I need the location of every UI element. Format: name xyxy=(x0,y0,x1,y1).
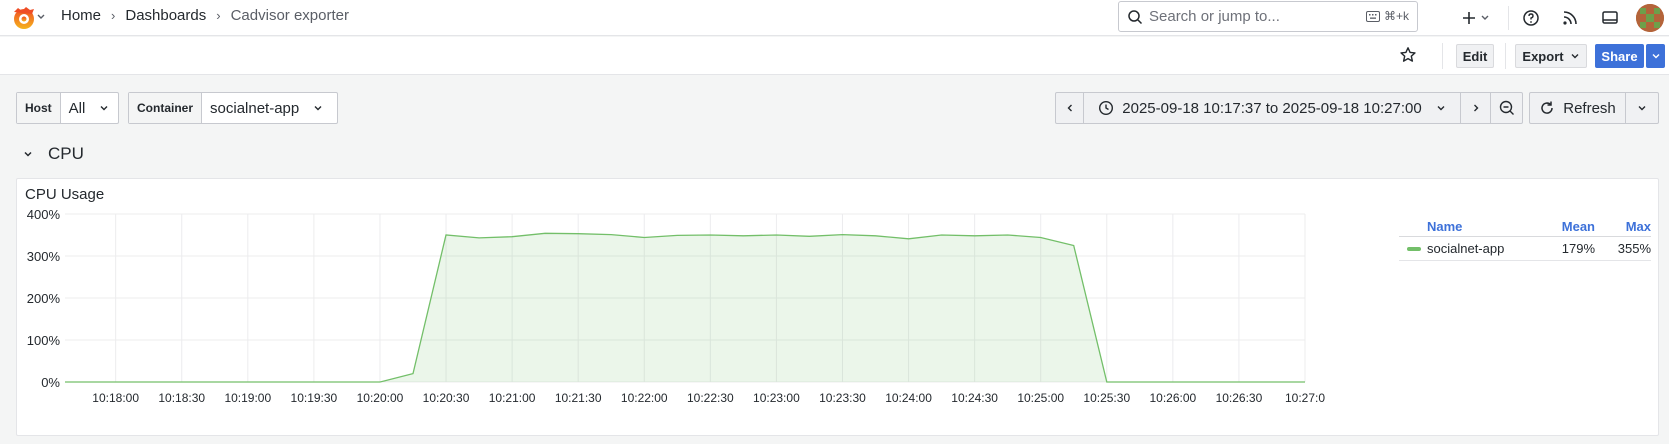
time-range-button[interactable]: 2025-09-18 10:17:37 to 2025-09-18 10:27:… xyxy=(1084,93,1461,123)
x-tick-label: 10:20:00 xyxy=(357,391,404,405)
legend-header-max[interactable]: Max xyxy=(1595,219,1651,234)
breadcrumb-separator-icon: › xyxy=(111,8,116,23)
refresh-icon xyxy=(1541,101,1553,114)
new-plus-icon[interactable] xyxy=(1462,7,1492,29)
legend-header-mean[interactable]: Mean xyxy=(1539,219,1595,234)
breadcrumb-current: Cadvisor exporter xyxy=(230,7,349,24)
dashboard-toolbar: Edit Export Share xyxy=(0,37,1669,75)
legend-series-label: socialnet-app xyxy=(1427,241,1505,256)
keyboard-icon xyxy=(1365,10,1380,22)
breadcrumb-separator-icon: › xyxy=(216,8,221,23)
legend-swatch xyxy=(1407,246,1421,251)
top-nav: Home › Dashboards › Cadvisor exporter Se… xyxy=(0,0,1669,36)
chevron-down-icon xyxy=(100,106,108,111)
chevron-down-icon xyxy=(1652,54,1659,59)
edit-button[interactable]: Edit xyxy=(1456,44,1494,68)
chevron-down-icon[interactable] xyxy=(36,10,46,24)
x-tick-label: 10:21:30 xyxy=(555,391,602,405)
x-tick-label: 10:18:30 xyxy=(158,391,205,405)
x-tick-label: 10:19:00 xyxy=(224,391,271,405)
x-tick-label: 10:25:00 xyxy=(1017,391,1064,405)
variable-container-select[interactable]: socialnet-app xyxy=(202,93,331,123)
zoom-out-button[interactable] xyxy=(1491,93,1522,123)
nav-divider xyxy=(1508,6,1509,30)
x-tick-label: 10:24:00 xyxy=(885,391,932,405)
x-tick-label: 10:22:00 xyxy=(621,391,668,405)
export-button[interactable]: Export xyxy=(1515,44,1587,68)
legend-series-name: socialnet-app xyxy=(1399,241,1539,256)
help-icon[interactable] xyxy=(1520,7,1542,29)
rss-news-icon[interactable] xyxy=(1559,7,1581,29)
search-icon xyxy=(1128,9,1143,24)
variable-container-value: socialnet-app xyxy=(210,99,300,117)
star-icon[interactable] xyxy=(1399,46,1417,67)
search-placeholder: Search or jump to... xyxy=(1149,8,1280,25)
export-label: Export xyxy=(1522,48,1564,64)
chevron-right-icon xyxy=(1473,104,1478,112)
row-title: CPU xyxy=(48,144,84,163)
x-tick-label: 10:27:0 xyxy=(1285,391,1325,405)
dock-menu-icon[interactable] xyxy=(1599,7,1621,29)
breadcrumb-home[interactable]: Home xyxy=(61,7,101,24)
variable-host-value: All xyxy=(68,99,86,117)
time-range-text: 2025-09-18 10:17:37 to 2025-09-18 10:27:… xyxy=(1122,99,1422,117)
row-header-cpu[interactable]: CPU xyxy=(22,144,84,164)
breadcrumb-dashboards[interactable]: Dashboards xyxy=(125,7,206,24)
variable-host-label: Host xyxy=(17,93,61,123)
y-tick-label: 200% xyxy=(27,291,61,306)
x-tick-label: 10:26:30 xyxy=(1216,391,1263,405)
variable-container-label: Container xyxy=(129,93,203,123)
legend-series-max: 355% xyxy=(1617,241,1651,256)
refresh-button[interactable]: Refresh xyxy=(1530,93,1626,123)
chevron-left-icon xyxy=(1067,104,1072,112)
chevron-down-icon xyxy=(1571,54,1579,59)
variable-container[interactable]: Container socialnet-app xyxy=(128,92,338,124)
x-tick-label: 10:18:00 xyxy=(92,391,139,405)
x-tick-label: 10:22:30 xyxy=(687,391,734,405)
legend-row[interactable]: socialnet-app 179% 355% xyxy=(1399,237,1651,261)
y-tick-label: 0% xyxy=(41,375,60,390)
share-button[interactable]: Share xyxy=(1595,44,1644,68)
panel-cpu-usage: CPU Usage 400% 300% 200% 100% 0% 10:18:00 10:1… xyxy=(16,178,1659,436)
x-tick-label: 10:25:30 xyxy=(1083,391,1130,405)
x-tick-label: 10:19:30 xyxy=(291,391,338,405)
toolbar-divider xyxy=(1442,43,1443,69)
chevron-down-icon xyxy=(1638,106,1646,111)
y-tick-label: 400% xyxy=(27,207,61,222)
chevron-down-icon xyxy=(24,151,32,157)
x-tick-label: 10:24:30 xyxy=(951,391,998,405)
x-tick-label: 10:23:30 xyxy=(819,391,866,405)
zoom-out-icon xyxy=(1499,100,1514,115)
grafana-logo-icon[interactable] xyxy=(10,4,38,32)
x-tick-label: 10:20:30 xyxy=(423,391,470,405)
cpu-usage-chart[interactable]: 400% 300% 200% 100% 0% 10:18:00 10:18:30 10:19:… xyxy=(17,179,1397,437)
chart-legend: Name Mean Max socialnet-app 179% 355% xyxy=(1399,217,1651,261)
x-tick-label: 10:23:00 xyxy=(753,391,800,405)
x-tick-label: 10:21:00 xyxy=(489,391,536,405)
refresh-picker: Refresh xyxy=(1529,92,1659,124)
variable-host[interactable]: Host All xyxy=(16,92,119,124)
y-tick-label: 300% xyxy=(27,249,61,264)
legend-header: Name Mean Max xyxy=(1399,217,1651,237)
clock-icon xyxy=(1099,100,1114,116)
refresh-label: Refresh xyxy=(1563,99,1616,117)
search-shortcut: ⌘+k xyxy=(1365,9,1409,23)
time-picker: 2025-09-18 10:17:37 to 2025-09-18 10:27:… xyxy=(1055,92,1523,124)
share-menu-button[interactable] xyxy=(1646,44,1665,68)
legend-header-name[interactable]: Name xyxy=(1399,219,1539,234)
breadcrumb: Home › Dashboards › Cadvisor exporter xyxy=(61,7,349,24)
time-back-button[interactable] xyxy=(1056,93,1084,123)
refresh-interval-button[interactable] xyxy=(1626,93,1658,123)
search-input[interactable]: Search or jump to... ⌘+k xyxy=(1118,1,1418,32)
variable-host-select[interactable]: All xyxy=(61,93,118,123)
time-forward-button[interactable] xyxy=(1461,93,1491,123)
chevron-down-icon xyxy=(314,106,322,111)
chevron-down-icon xyxy=(1437,106,1445,111)
y-tick-label: 100% xyxy=(27,333,61,348)
legend-series-mean: 179% xyxy=(1561,241,1595,256)
x-tick-label: 10:26:00 xyxy=(1149,391,1196,405)
toolbar-divider xyxy=(1505,43,1506,69)
search-shortcut-text: ⌘+k xyxy=(1383,9,1409,23)
user-avatar[interactable] xyxy=(1636,4,1664,32)
